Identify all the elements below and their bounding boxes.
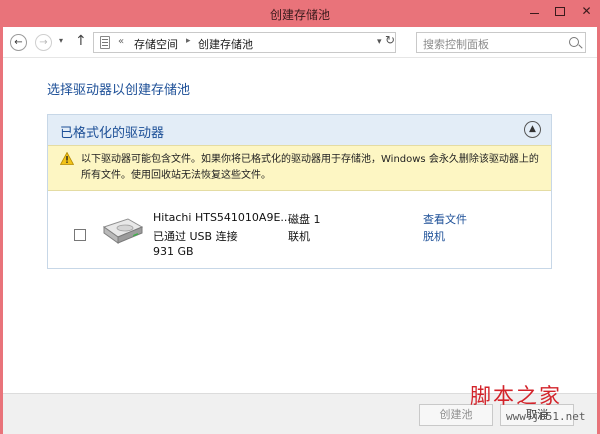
group-header[interactable]: 已格式化的驱动器 ▲ [48,115,551,145]
warning-icon [60,152,74,165]
drive-size: 931 GB [153,245,194,258]
drive-name: Hitachi HTS541010A9E... [153,211,291,224]
up-button[interactable]: ↑ [75,33,87,49]
control-panel-icon [100,36,110,49]
formatted-drives-group: 已格式化的驱动器 ▲ 以下驱动器可能包含文件。如果你将已格式化的驱动器用于存储池… [47,114,552,269]
view-files-link[interactable]: 查看文件 [423,211,467,227]
watermark-url: www.jb51.net [506,410,586,423]
watermark-main: 脚本之家 [470,384,562,408]
minimize-button[interactable] [521,0,547,22]
search-icon[interactable] [569,37,579,47]
breadcrumb-storage-spaces[interactable]: 存储空间 [134,36,178,52]
address-bar[interactable]: « 存储空间 ▸ 创建存储池 ▾ [93,32,396,53]
back-button[interactable]: ← [10,34,27,51]
window-title: 创建存储池 [269,8,330,22]
search-placeholder: 搜索控制面板 [423,38,489,51]
site-watermark: 脚本之家 www.jb51.net [470,380,590,432]
page-heading: 选择驱动器以创建存储池 [47,83,191,98]
refresh-icon[interactable]: ↻ [385,33,395,47]
navigation-toolbar: ← → ▾ ↑ « 存储空间 ▸ 创建存储池 ▾ ↻ 搜索控制面板 [3,27,597,58]
search-input[interactable]: 搜索控制面板 [416,32,586,53]
maximize-button[interactable] [547,0,573,22]
drive-connection: 已通过 USB 连接 [153,230,238,243]
hard-drive-icon [102,218,144,244]
address-chevron-icon[interactable]: « [118,36,124,47]
take-offline-link[interactable]: 脱机 [423,228,445,244]
disk-status: 联机 [288,230,310,243]
breadcrumb-create-pool[interactable]: 创建存储池 [198,36,253,52]
warning-banner: 以下驱动器可能包含文件。如果你将已格式化的驱动器用于存储池，Windows 会永… [48,145,551,191]
drive-row: Hitachi HTS541010A9E... 已通过 USB 连接 931 G… [48,192,551,268]
address-dropdown-icon[interactable]: ▾ [377,37,382,47]
forward-button[interactable]: → [35,34,52,51]
breadcrumb-separator-icon[interactable]: ▸ [186,36,191,46]
title-bar: 创建存储池 ✕ [0,0,600,27]
disk-number: 磁盘 1 [288,213,321,226]
window-frame-left [0,27,3,434]
collapse-icon[interactable]: ▲ [524,121,541,138]
warning-text: 以下驱动器可能包含文件。如果你将已格式化的驱动器用于存储池，Windows 会永… [81,154,539,181]
drive-checkbox[interactable] [74,229,86,241]
close-button[interactable]: ✕ [573,0,600,22]
recent-locations-dropdown[interactable]: ▾ [59,36,63,45]
group-title: 已格式化的驱动器 [60,126,165,141]
